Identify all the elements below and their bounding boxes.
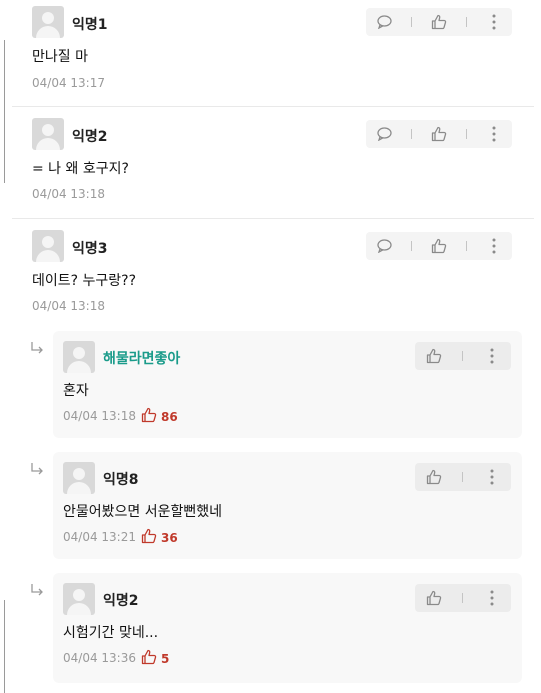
more-vertical-icon[interactable] — [483, 468, 501, 486]
thumbs-up-icon — [141, 528, 157, 547]
thumbs-up-icon[interactable] — [425, 468, 443, 486]
reply-item: 익명2 시험기간 맞네... 04/04 13:36 5 — [53, 573, 522, 683]
comment-author: 익명2 — [72, 129, 108, 145]
divider — [466, 241, 467, 251]
speech-bubble-icon[interactable] — [375, 13, 393, 31]
comment-time: 04/04 13:17 — [32, 76, 105, 90]
comment-item: 익명3 데이트? 누구랑?? 04/04 13:18 — [12, 219, 534, 329]
thumbs-up-icon — [141, 407, 157, 426]
avatar — [63, 462, 95, 494]
divider — [466, 17, 467, 27]
reply-arrow-icon — [30, 461, 44, 480]
avatar — [63, 583, 95, 615]
divider — [411, 241, 412, 251]
reply-actions — [415, 584, 511, 612]
more-vertical-icon[interactable] — [483, 347, 501, 365]
reply-item: 익명8 안물어봤으면 서운할뻔했네 04/04 13:21 36 — [53, 452, 522, 559]
comment-item: 익명1 만나질 마 04/04 13:17 — [12, 0, 534, 106]
comment-item: 익명2 = 나 왜 호구지? 04/04 13:18 — [12, 107, 534, 217]
reply-item: 해물라면좋아 혼자 04/04 13:18 86 — [53, 331, 522, 438]
divider — [462, 351, 464, 361]
frame-edge — [4, 600, 5, 693]
thumbs-up-icon[interactable] — [430, 237, 448, 255]
comment-text: 만나질 마 — [32, 49, 88, 65]
comment-actions — [366, 232, 512, 260]
thumbs-up-icon[interactable] — [430, 125, 448, 143]
reply-time: 04/04 13:18 — [63, 409, 136, 423]
reply-author: 해물라면좋아 — [103, 351, 181, 367]
thumbs-up-icon[interactable] — [425, 589, 443, 607]
comment-text: 데이트? 누구랑?? — [32, 273, 137, 289]
like-count: 5 — [141, 649, 169, 668]
comment-actions — [366, 120, 512, 148]
thumbs-up-icon[interactable] — [430, 13, 448, 31]
more-vertical-icon[interactable] — [485, 237, 503, 255]
reply-text: 혼자 — [63, 383, 89, 399]
comment-actions — [366, 8, 512, 36]
reply-author: 익명2 — [103, 593, 139, 609]
thumbs-up-icon — [141, 649, 157, 668]
reply-author: 익명8 — [103, 472, 139, 488]
more-vertical-icon[interactable] — [485, 13, 503, 31]
speech-bubble-icon[interactable] — [375, 237, 393, 255]
reply-time: 04/04 13:36 — [63, 651, 136, 665]
frame-edge — [4, 40, 5, 183]
reply-text: 시험기간 맞네... — [63, 625, 159, 641]
comment-time: 04/04 13:18 — [32, 299, 105, 313]
comment-author: 익명3 — [72, 241, 108, 257]
avatar — [32, 118, 64, 150]
reply-actions — [415, 463, 511, 491]
reply-text: 안물어봤으면 서운할뻔했네 — [63, 504, 223, 520]
like-count: 86 — [141, 407, 178, 426]
divider — [462, 472, 464, 482]
like-count-value: 36 — [161, 530, 178, 545]
divider — [466, 129, 467, 139]
divider — [411, 129, 412, 139]
reply-actions — [415, 342, 511, 370]
reply-arrow-icon — [30, 340, 44, 359]
avatar — [63, 341, 95, 373]
reply-time: 04/04 13:21 — [63, 530, 136, 544]
divider — [411, 17, 412, 27]
more-vertical-icon[interactable] — [485, 125, 503, 143]
avatar — [32, 6, 64, 38]
more-vertical-icon[interactable] — [483, 589, 501, 607]
speech-bubble-icon[interactable] — [375, 125, 393, 143]
like-count-value: 5 — [161, 651, 170, 666]
comment-time: 04/04 13:18 — [32, 187, 105, 201]
like-count-value: 86 — [161, 409, 178, 424]
avatar — [32, 230, 64, 262]
divider — [462, 593, 464, 603]
thumbs-up-icon[interactable] — [425, 347, 443, 365]
like-count: 36 — [141, 528, 178, 547]
comment-author: 익명1 — [72, 17, 108, 33]
comment-text: = 나 왜 호구지? — [32, 161, 129, 177]
reply-arrow-icon — [30, 582, 44, 601]
